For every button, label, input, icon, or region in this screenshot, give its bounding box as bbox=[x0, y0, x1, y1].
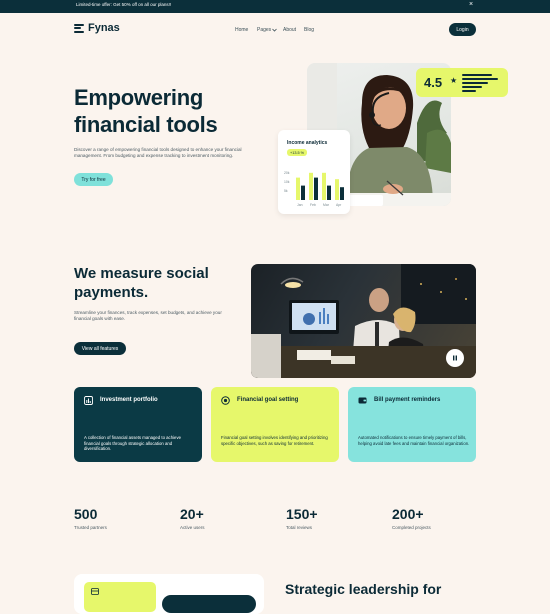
brand-logo[interactable]: Fynas bbox=[74, 22, 120, 34]
feature-card-title: Investment portfolio bbox=[100, 397, 158, 403]
feature-card-description: A collection of financial assets managed… bbox=[84, 435, 181, 452]
wallet-icon bbox=[358, 396, 367, 405]
analytics-badge: +13.5 % bbox=[287, 149, 308, 156]
nav-about[interactable]: About bbox=[283, 27, 296, 33]
stat-value: 200+ bbox=[392, 506, 424, 522]
y-tick-label: 10k bbox=[284, 180, 290, 184]
nav-blog[interactable]: Blog bbox=[304, 27, 314, 33]
chevron-down-icon bbox=[272, 28, 277, 32]
view-all-features-button[interactable]: View all features bbox=[74, 342, 126, 355]
social-payments-description: Streamline your finances, track expenses… bbox=[74, 310, 222, 321]
stat-value: 500 bbox=[74, 506, 98, 522]
bar-feb-series-1 bbox=[309, 172, 313, 200]
rating-line bbox=[462, 90, 476, 92]
office-photo bbox=[251, 264, 476, 378]
star-icon: ★ bbox=[450, 76, 458, 85]
stat-label: Total reviews bbox=[286, 525, 313, 530]
pause-glyph bbox=[453, 355, 457, 361]
bar-jan-series-2 bbox=[301, 185, 305, 200]
bar-feb-series-2 bbox=[314, 177, 318, 200]
y-tick-label: 5k bbox=[284, 189, 288, 193]
hero-title-line2: financial tools bbox=[74, 112, 218, 137]
bar-apr-series-1 bbox=[335, 179, 339, 200]
bar-apr-series-2 bbox=[340, 187, 344, 200]
feature-card-description: Automated notifications to ensure timely… bbox=[358, 435, 470, 446]
x-tick-label: Feb bbox=[310, 203, 316, 207]
feature-card-financial-goal-setting[interactable]: Financial goal setting Financial goal se… bbox=[211, 387, 339, 462]
promo-banner-text: Limited-time offer: Get 50% off on all o… bbox=[76, 2, 172, 7]
stat-value: 150+ bbox=[286, 506, 318, 522]
analytics-title: Income analytics bbox=[287, 140, 328, 146]
leadership-preview-bar bbox=[162, 595, 256, 613]
pause-icon[interactable] bbox=[446, 349, 464, 367]
stat-value: 20+ bbox=[180, 506, 204, 522]
social-payments-title: We measure social payments. bbox=[74, 264, 224, 302]
rating-card: 4.5 ★ bbox=[416, 68, 508, 97]
rating-line bbox=[462, 86, 482, 88]
hero-description: Discover a range of empowering financial… bbox=[74, 147, 242, 158]
target-icon bbox=[221, 396, 230, 405]
feature-card-title: Financial goal setting bbox=[237, 397, 299, 403]
feature-card-description: Financial goal setting involves identify… bbox=[221, 435, 328, 446]
rating-line bbox=[462, 82, 488, 84]
stat-label: Active users bbox=[180, 525, 205, 530]
bar-mar-series-1 bbox=[322, 172, 326, 200]
logo-mark-icon bbox=[74, 23, 84, 33]
card-icon bbox=[91, 588, 99, 595]
y-tick-label: 20k bbox=[284, 171, 290, 175]
stat-label: Trusted partners bbox=[74, 525, 107, 530]
income-analytics-card: Income analytics +13.5 % 20k 10k 5k Jan Feb M… bbox=[278, 130, 350, 214]
bar-jan-series-1 bbox=[296, 177, 300, 200]
rating-value: 4.5 bbox=[424, 75, 443, 90]
strategic-leadership-title: Strategic leadership for bbox=[285, 581, 442, 597]
leadership-preview-highlight bbox=[84, 582, 156, 612]
hero-title-line1: Empowering bbox=[74, 85, 204, 110]
nav-pages-label: Pages bbox=[257, 27, 272, 33]
brand-name: Fynas bbox=[88, 22, 120, 34]
close-icon[interactable]: × bbox=[469, 1, 473, 8]
office-scene-illustration bbox=[251, 264, 476, 378]
nav-home[interactable]: Home bbox=[235, 27, 248, 33]
feature-card-title: Bill payment reminders bbox=[374, 397, 441, 403]
portfolio-chart-icon bbox=[84, 396, 93, 405]
social-payments-title-line1: We measure social bbox=[74, 265, 209, 282]
x-tick-label: Apr bbox=[336, 203, 342, 207]
nav-pages[interactable]: Pages bbox=[257, 27, 277, 33]
feature-card-bill-payment-reminders[interactable]: Bill payment reminders Automated notific… bbox=[348, 387, 476, 462]
try-for-free-button[interactable]: Try for free bbox=[74, 173, 113, 186]
login-button[interactable]: Login bbox=[449, 23, 476, 36]
stat-label: Completed projects bbox=[392, 525, 431, 530]
x-tick-label: Jan bbox=[297, 203, 303, 207]
feature-card-investment-portfolio[interactable]: Investment portfolio A collection of fin… bbox=[74, 387, 202, 462]
rating-line bbox=[462, 74, 492, 76]
x-tick-label: Mar bbox=[323, 203, 330, 207]
income-bar-chart: 20k 10k 5k Jan Feb Mar Apr bbox=[284, 171, 344, 207]
rating-line bbox=[462, 78, 498, 80]
hero-title: Empowering financial tools bbox=[74, 84, 274, 138]
bar-mar-series-2 bbox=[327, 185, 331, 200]
social-payments-title-line2: payments. bbox=[74, 284, 149, 301]
